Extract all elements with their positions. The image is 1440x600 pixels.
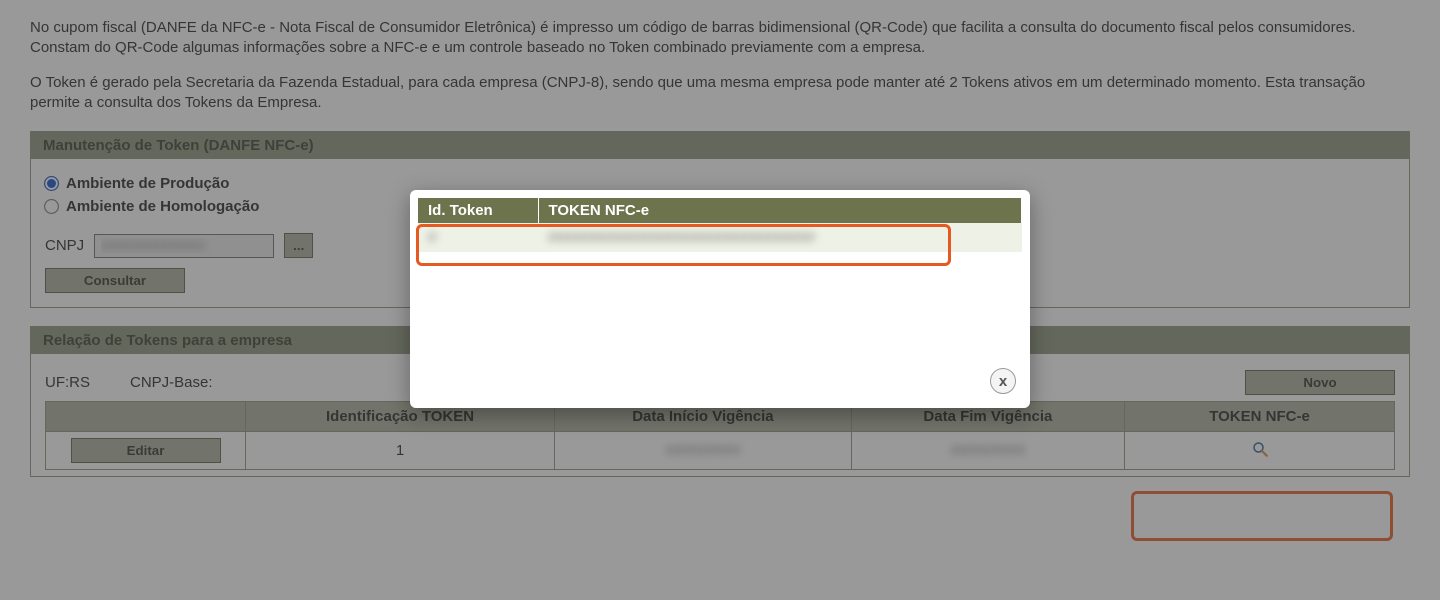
close-icon: x xyxy=(999,373,1007,390)
dialog-close-button[interactable]: x xyxy=(990,368,1016,394)
token-dialog: Id. Token TOKEN NFC-e # ################… xyxy=(410,190,1030,408)
dlg-col-token: TOKEN NFC-e xyxy=(538,198,1022,223)
dlg-cell-id: # xyxy=(418,223,538,252)
dlg-row: # ################################ xyxy=(418,223,1022,252)
dlg-col-id: Id. Token xyxy=(418,198,538,223)
dlg-cell-token: ################################ xyxy=(538,223,1022,252)
